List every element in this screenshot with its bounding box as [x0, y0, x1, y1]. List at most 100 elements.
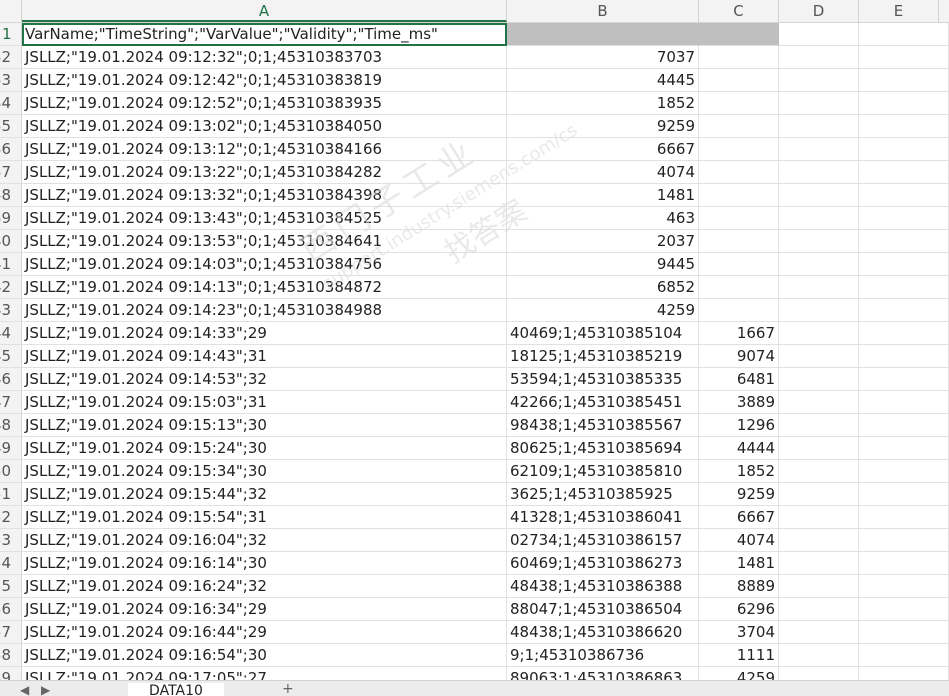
cell-b[interactable]: 3625;1;45310385925: [507, 483, 699, 506]
cell-c[interactable]: 1111: [699, 644, 779, 667]
cell-e[interactable]: [859, 460, 949, 483]
cell-e[interactable]: [859, 621, 949, 644]
row-number[interactable]: 41: [0, 253, 22, 276]
cell-a[interactable]: JSLLZ;"19.01.2024 09:16:44";29: [22, 621, 507, 644]
cell-c[interactable]: [699, 69, 779, 92]
cell-e[interactable]: [859, 276, 949, 299]
cell-c[interactable]: [699, 92, 779, 115]
cell-d[interactable]: [779, 207, 859, 230]
sheet-nav-arrows-icon[interactable]: ◀ ▶: [20, 683, 54, 696]
cell-e[interactable]: [859, 138, 949, 161]
row-number[interactable]: 44: [0, 322, 22, 345]
cell-d[interactable]: [779, 322, 859, 345]
cell-d[interactable]: [779, 644, 859, 667]
cell-c[interactable]: 1852: [699, 460, 779, 483]
cell-a[interactable]: JSLLZ;"19.01.2024 09:13:02";0;1;45310384…: [22, 115, 507, 138]
cell-e[interactable]: [859, 437, 949, 460]
cell-d[interactable]: [779, 506, 859, 529]
cell-a[interactable]: JSLLZ;"19.01.2024 09:12:32";0;1;45310383…: [22, 46, 507, 69]
column-header-b[interactable]: B: [507, 0, 699, 22]
cell-d[interactable]: [779, 529, 859, 552]
cell-a[interactable]: JSLLZ;"19.01.2024 09:15:34";30: [22, 460, 507, 483]
cell-b[interactable]: 9259: [507, 115, 699, 138]
cell-b[interactable]: 48438;1;45310386388: [507, 575, 699, 598]
cell-b[interactable]: 463: [507, 207, 699, 230]
cell-e[interactable]: [859, 230, 949, 253]
cell-b[interactable]: 40469;1;45310385104: [507, 322, 699, 345]
row-number[interactable]: 58: [0, 644, 22, 667]
cell-a[interactable]: JSLLZ;"19.01.2024 09:16:14";30: [22, 552, 507, 575]
cell-e[interactable]: [859, 598, 949, 621]
cell-c[interactable]: [699, 253, 779, 276]
cell-d[interactable]: [779, 299, 859, 322]
cell-a[interactable]: JSLLZ;"19.01.2024 09:15:54";31: [22, 506, 507, 529]
cell-c[interactable]: [699, 161, 779, 184]
cell-b[interactable]: 60469;1;45310386273: [507, 552, 699, 575]
cell-a[interactable]: JSLLZ;"19.01.2024 09:14:33";29: [22, 322, 507, 345]
cell-c[interactable]: [699, 230, 779, 253]
row-number[interactable]: 1: [0, 23, 22, 46]
cell-c[interactable]: [699, 115, 779, 138]
cell-e[interactable]: [859, 184, 949, 207]
row-number[interactable]: 54: [0, 552, 22, 575]
cell-d[interactable]: [779, 23, 859, 46]
row-number[interactable]: 34: [0, 92, 22, 115]
column-header-e[interactable]: E: [859, 0, 939, 22]
cell-e[interactable]: [859, 529, 949, 552]
cell-c[interactable]: [699, 207, 779, 230]
row-number[interactable]: 57: [0, 621, 22, 644]
row-number[interactable]: 33: [0, 69, 22, 92]
cell-d[interactable]: [779, 161, 859, 184]
column-header-a[interactable]: A: [22, 0, 507, 22]
cell-a[interactable]: JSLLZ;"19.01.2024 09:12:52";0;1;45310383…: [22, 92, 507, 115]
cell-e[interactable]: [859, 161, 949, 184]
cell-e[interactable]: [859, 575, 949, 598]
cell-b[interactable]: [507, 23, 699, 46]
row-number[interactable]: 39: [0, 207, 22, 230]
cell-c[interactable]: 6296: [699, 598, 779, 621]
cell-b[interactable]: 1481: [507, 184, 699, 207]
cell-a[interactable]: JSLLZ;"19.01.2024 09:13:32";0;1;45310384…: [22, 184, 507, 207]
row-number[interactable]: 48: [0, 414, 22, 437]
cell-c[interactable]: 9074: [699, 345, 779, 368]
row-number[interactable]: 56: [0, 598, 22, 621]
cell-e[interactable]: [859, 483, 949, 506]
cell-c[interactable]: 3889: [699, 391, 779, 414]
cell-e[interactable]: [859, 69, 949, 92]
cell-d[interactable]: [779, 621, 859, 644]
cell-d[interactable]: [779, 368, 859, 391]
cell-e[interactable]: [859, 207, 949, 230]
cell-e[interactable]: [859, 322, 949, 345]
row-number[interactable]: 32: [0, 46, 22, 69]
cell-b[interactable]: 6852: [507, 276, 699, 299]
cell-b[interactable]: 4445: [507, 69, 699, 92]
cell-d[interactable]: [779, 69, 859, 92]
cell-b[interactable]: 1852: [507, 92, 699, 115]
cell-d[interactable]: [779, 598, 859, 621]
cell-a[interactable]: JSLLZ;"19.01.2024 09:16:34";29: [22, 598, 507, 621]
cell-e[interactable]: [859, 644, 949, 667]
cell-e[interactable]: [859, 506, 949, 529]
cell-d[interactable]: [779, 92, 859, 115]
cell-a[interactable]: JSLLZ;"19.01.2024 09:16:04";32: [22, 529, 507, 552]
cell-d[interactable]: [779, 253, 859, 276]
cell-a[interactable]: JSLLZ;"19.01.2024 09:13:53";0;1;45310384…: [22, 230, 507, 253]
cell-b[interactable]: 41328;1;45310386041: [507, 506, 699, 529]
cell-a[interactable]: JSLLZ;"19.01.2024 09:13:22";0;1;45310384…: [22, 161, 507, 184]
cell-b[interactable]: 53594;1;45310385335: [507, 368, 699, 391]
cell-e[interactable]: [859, 23, 949, 46]
cell-d[interactable]: [779, 391, 859, 414]
cell-c[interactable]: [699, 184, 779, 207]
cell-d[interactable]: [779, 138, 859, 161]
cell-a[interactable]: JSLLZ;"19.01.2024 09:13:43";0;1;45310384…: [22, 207, 507, 230]
row-number[interactable]: 42: [0, 276, 22, 299]
cell-c[interactable]: [699, 276, 779, 299]
cell-d[interactable]: [779, 115, 859, 138]
cell-e[interactable]: [859, 46, 949, 69]
cell-e[interactable]: [859, 299, 949, 322]
cell-a[interactable]: JSLLZ;"19.01.2024 09:15:44";32: [22, 483, 507, 506]
cell-d[interactable]: [779, 437, 859, 460]
row-number[interactable]: 43: [0, 299, 22, 322]
cell-e[interactable]: [859, 368, 949, 391]
cell-c[interactable]: 1296: [699, 414, 779, 437]
